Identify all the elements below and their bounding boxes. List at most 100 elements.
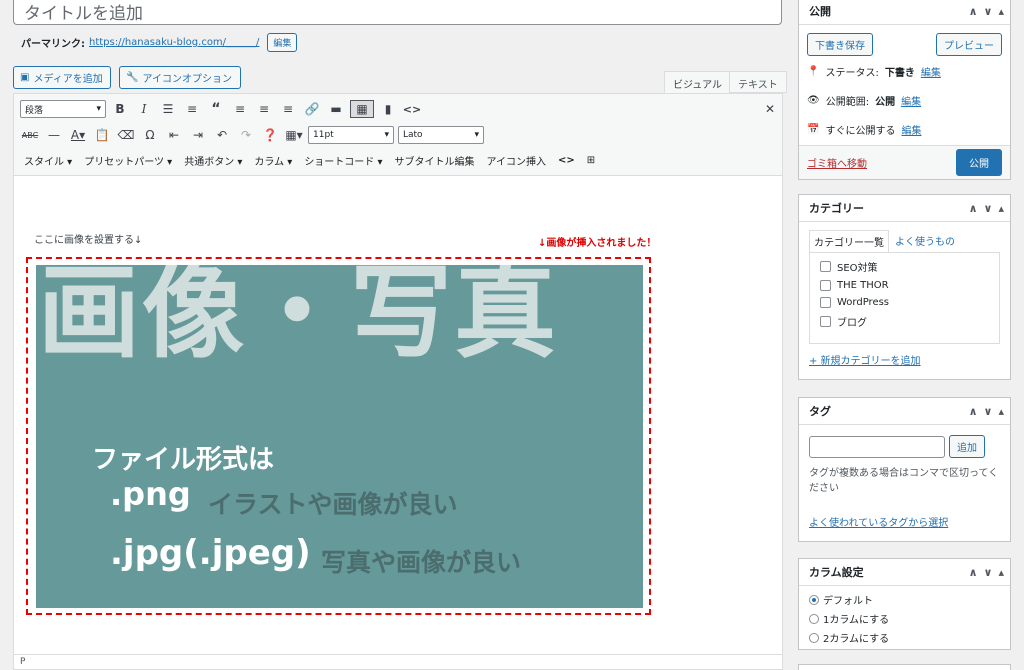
wrench-icon: 🔧 bbox=[126, 72, 139, 83]
inserted-note: ↓画像が挿入されました！ bbox=[538, 238, 657, 249]
move-up-icon[interactable]: ∧ bbox=[969, 566, 978, 579]
code-icon[interactable]: <> bbox=[400, 98, 424, 120]
status-edit-link[interactable]: 編集 bbox=[921, 64, 941, 79]
fullscreen-icon[interactable]: ✕ bbox=[758, 98, 782, 120]
add-category-link[interactable]: + 新規カテゴリーを追加 bbox=[809, 356, 921, 367]
menu-style[interactable]: スタイル ▾ bbox=[24, 153, 72, 168]
toggle-arrow-icon[interactable]: ▴ bbox=[998, 202, 1004, 215]
undo-icon[interactable]: ↶ bbox=[210, 124, 234, 146]
toolbar-toggle-icon[interactable]: ▦ bbox=[350, 100, 374, 118]
icon-option-button[interactable]: 🔧 アイコンオプション bbox=[119, 66, 241, 89]
add-tag-button[interactable]: 追加 bbox=[949, 435, 985, 458]
blockquote-icon[interactable]: “ bbox=[204, 98, 228, 120]
trash-link[interactable]: ゴミ箱へ移動 bbox=[807, 155, 867, 170]
copy-icon[interactable]: ▮ bbox=[376, 98, 400, 120]
align-right-icon[interactable]: ≡ bbox=[276, 98, 300, 120]
toggle-arrow-icon[interactable]: ▴ bbox=[998, 405, 1004, 418]
column-option[interactable]: 2カラムにする bbox=[809, 630, 1000, 645]
move-up-icon[interactable]: ∧ bbox=[969, 405, 978, 418]
category-item[interactable]: THE THOR bbox=[820, 280, 989, 291]
dropdown-arrow-icon: ▾ bbox=[96, 104, 101, 114]
image-jpg: .jpg(.jpeg) bbox=[110, 533, 311, 573]
tab-popular-categories[interactable]: よく使うもの bbox=[889, 230, 961, 252]
align-left-icon[interactable]: ≡ bbox=[228, 98, 252, 120]
visibility-value: 公開 bbox=[875, 97, 896, 108]
column-option-label: 1カラムにする bbox=[823, 615, 890, 626]
editor-content[interactable]: ここに画像を設置する↓ ↓画像が挿入されました！ 画像・写真 ファイル形式は .… bbox=[14, 176, 782, 656]
menu-icon-insert[interactable]: アイコン挿入 bbox=[487, 153, 547, 168]
preview-button[interactable]: プレビュー bbox=[936, 33, 1002, 56]
column-radio[interactable] bbox=[809, 613, 819, 624]
menu-preset-parts[interactable]: プリセットパーツ ▾ bbox=[84, 153, 172, 168]
menu-common-buttons[interactable]: 共通ボタン ▾ bbox=[184, 153, 242, 168]
read-more-icon[interactable]: ▬ bbox=[324, 98, 348, 120]
image-jpg-desc: 写真や画像が良い bbox=[321, 548, 522, 577]
move-down-icon[interactable]: ∨ bbox=[984, 5, 993, 18]
text-color-icon[interactable]: A▾ bbox=[66, 124, 90, 146]
category-checkbox[interactable] bbox=[820, 316, 831, 327]
image-frame[interactable]: 画像・写真 ファイル形式は .png イラストや画像が良い .jpg(.jpeg… bbox=[26, 257, 651, 615]
horizontal-line-icon[interactable]: — bbox=[42, 124, 66, 146]
publish-title: 公開 bbox=[809, 5, 831, 18]
tab-all-categories[interactable]: カテゴリー一覧 bbox=[809, 230, 889, 252]
menu-shortcode[interactable]: ショートコード ▾ bbox=[304, 153, 382, 168]
special-character-icon[interactable]: Ω bbox=[138, 124, 162, 146]
bullet-list-icon[interactable]: ☰ bbox=[156, 98, 180, 120]
column-radio[interactable] bbox=[809, 594, 819, 605]
help-icon[interactable]: ❓ bbox=[258, 124, 282, 146]
post-title-input[interactable]: タイトルを追加 bbox=[13, 0, 782, 25]
column-radio[interactable] bbox=[809, 632, 819, 643]
column-option[interactable]: 1カラムにする bbox=[809, 611, 1000, 626]
menu-column[interactable]: カラム ▾ bbox=[254, 153, 292, 168]
choose-tags-link[interactable]: よく使われているタグから選択 bbox=[809, 518, 948, 529]
font-size-select[interactable]: 11pt ▾ bbox=[308, 126, 394, 144]
toggle-arrow-icon[interactable]: ▴ bbox=[998, 5, 1004, 18]
move-down-icon[interactable]: ∨ bbox=[984, 405, 993, 418]
column-option[interactable]: デフォルト bbox=[809, 592, 1000, 607]
visibility-edit-link[interactable]: 編集 bbox=[901, 93, 921, 108]
numbered-list-icon[interactable]: ≡ bbox=[180, 98, 204, 120]
image-line-format: ファイル形式は bbox=[92, 445, 275, 475]
bold-icon[interactable]: B bbox=[108, 98, 132, 120]
menu-subtitle-edit[interactable]: サブタイトル編集 bbox=[395, 153, 475, 168]
publish-button[interactable]: 公開 bbox=[956, 149, 1002, 176]
permalink-edit-button[interactable]: 編集 bbox=[267, 33, 298, 52]
instruction-note: ここに画像を設置する↓ bbox=[34, 235, 143, 246]
inserted-image[interactable]: 画像・写真 ファイル形式は .png イラストや画像が良い .jpg(.jpeg… bbox=[36, 265, 643, 608]
category-checkbox[interactable] bbox=[820, 297, 831, 308]
grid-icon[interactable]: ⊞ bbox=[587, 155, 595, 166]
schedule-edit-link[interactable]: 編集 bbox=[901, 122, 921, 137]
editor-status-path: P bbox=[14, 654, 782, 669]
redo-icon[interactable]: ↷ bbox=[234, 124, 258, 146]
permalink-url[interactable]: https://hanasaku-blog.com/______/ bbox=[89, 37, 259, 48]
align-center-icon[interactable]: ≡ bbox=[252, 98, 276, 120]
paragraph-format-select[interactable]: 段落 ▾ bbox=[20, 100, 106, 118]
add-media-button[interactable]: ▣ メディアを追加 bbox=[13, 66, 111, 89]
category-checkbox[interactable] bbox=[820, 280, 831, 291]
category-checkbox[interactable] bbox=[820, 261, 831, 272]
table-icon[interactable]: ▦▾ bbox=[282, 124, 306, 146]
clear-formatting-icon[interactable]: ⌫ bbox=[114, 124, 138, 146]
font-family-select[interactable]: Lato ▾ bbox=[398, 126, 484, 144]
tag-input[interactable] bbox=[809, 435, 945, 458]
dropdown-arrow-icon: ▾ bbox=[474, 130, 479, 140]
move-down-icon[interactable]: ∨ bbox=[984, 202, 993, 215]
category-item[interactable]: WordPress bbox=[820, 297, 989, 308]
strikethrough-icon[interactable]: ABC bbox=[18, 124, 42, 146]
italic-icon[interactable]: I bbox=[132, 98, 156, 120]
category-item[interactable]: ブログ bbox=[820, 314, 989, 329]
tab-visual[interactable]: ビジュアル bbox=[664, 71, 731, 93]
category-item[interactable]: SEO対策 bbox=[820, 259, 989, 274]
paste-text-icon[interactable]: 📋 bbox=[90, 124, 114, 146]
move-down-icon[interactable]: ∨ bbox=[984, 566, 993, 579]
font-size-value: 11pt bbox=[313, 130, 334, 140]
tab-text[interactable]: テキスト bbox=[729, 71, 787, 93]
save-draft-button[interactable]: 下書き保存 bbox=[807, 33, 873, 56]
move-up-icon[interactable]: ∧ bbox=[969, 202, 978, 215]
outdent-icon[interactable]: ⇤ bbox=[162, 124, 186, 146]
link-icon[interactable]: 🔗 bbox=[300, 98, 324, 120]
code-icon[interactable]: <> bbox=[558, 155, 575, 166]
toggle-arrow-icon[interactable]: ▴ bbox=[998, 566, 1004, 579]
indent-icon[interactable]: ⇥ bbox=[186, 124, 210, 146]
move-up-icon[interactable]: ∧ bbox=[969, 5, 978, 18]
